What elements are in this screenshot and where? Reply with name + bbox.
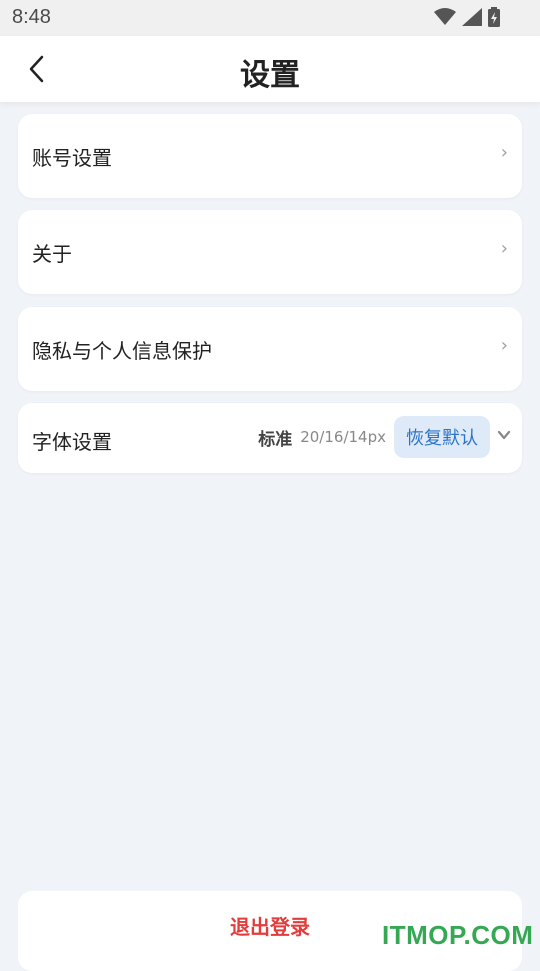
wifi-icon — [434, 8, 456, 30]
font-settings-controls: 标准 20/16/14px 恢复默认 — [258, 416, 512, 458]
battery-icon — [488, 7, 500, 31]
status-time: 8:48 — [12, 6, 51, 28]
page-title: 设置 — [240, 58, 300, 93]
settings-item-label: 字体设置 — [32, 430, 112, 454]
status-bar: 8:48 — [0, 0, 540, 36]
status-icons — [434, 7, 500, 31]
settings-item-account[interactable]: 账号设置 › — [18, 114, 522, 198]
watermark: ITMOP.COM — [382, 920, 534, 950]
font-sizes-value: 20/16/14px — [300, 428, 386, 446]
font-level-label: 标准 — [258, 429, 293, 450]
chevron-right-icon: › — [500, 335, 508, 356]
app-header: 设置 — [0, 36, 540, 102]
signal-icon — [462, 8, 482, 30]
settings-item-label: 账号设置 — [32, 146, 112, 170]
settings-item-privacy[interactable]: 隐私与个人信息保护 › — [18, 307, 522, 391]
chevron-down-icon[interactable] — [496, 427, 512, 447]
chevron-right-icon: › — [500, 238, 508, 259]
restore-default-button[interactable]: 恢复默认 — [394, 416, 490, 458]
chevron-right-icon: › — [500, 142, 508, 163]
settings-item-about[interactable]: 关于 › — [18, 210, 522, 294]
settings-item-label: 隐私与个人信息保护 — [32, 339, 212, 363]
settings-item-label: 关于 — [32, 242, 72, 266]
settings-item-font[interactable]: 字体设置 标准 20/16/14px 恢复默认 — [18, 403, 522, 473]
